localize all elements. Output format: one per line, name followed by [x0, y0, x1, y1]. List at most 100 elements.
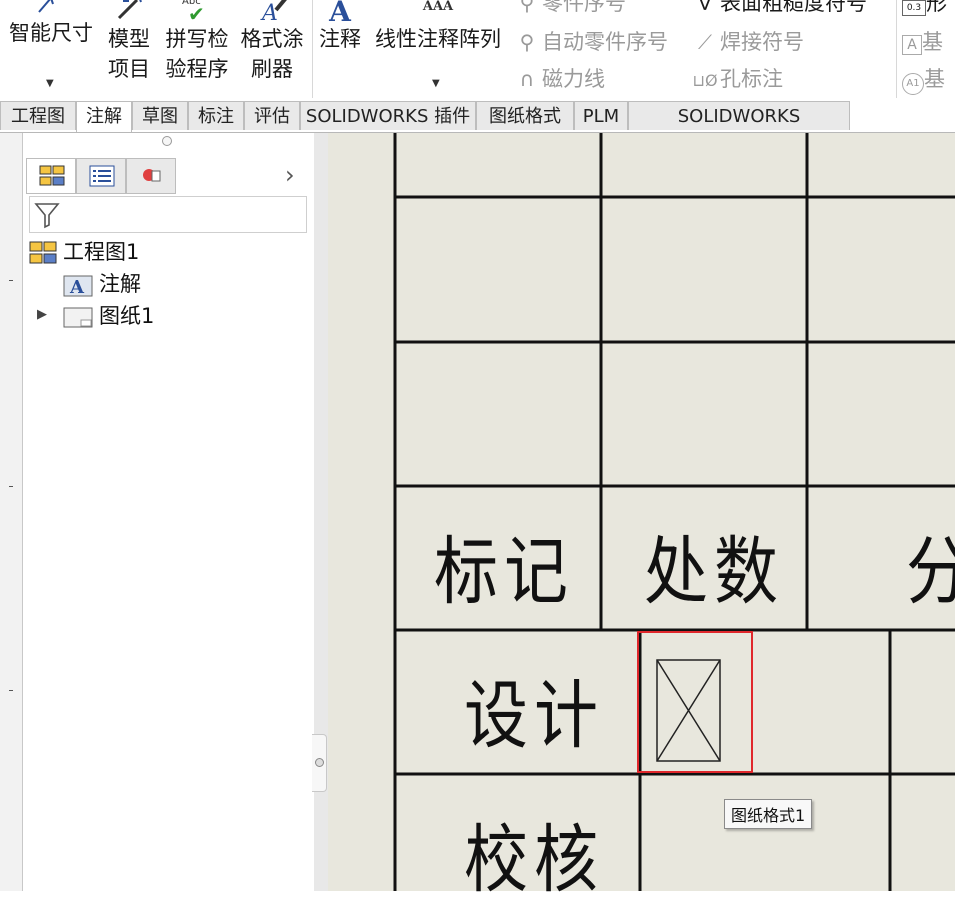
- splitter-collapse-handle[interactable]: [312, 734, 327, 792]
- model-items-label-line2: 项目: [108, 57, 150, 81]
- title-block-design-label: 设计: [464, 674, 604, 760]
- tab-label: 评估: [254, 106, 290, 127]
- tree-item-sheet[interactable]: 图纸1: [63, 302, 154, 330]
- hole-callout-label: 孔标注: [720, 67, 783, 91]
- model-items-button[interactable]: 模型 项目: [103, 0, 155, 84]
- command-manager-ribbon: 智能尺寸 ▼ 模型 项目 Abc ✔ 拼写检 验程序 A 格式涂 刷器 A 注释: [0, 0, 955, 101]
- ribbon-separator: [896, 0, 897, 98]
- note-label: 注释: [319, 27, 361, 51]
- note-icon: A: [329, 0, 351, 28]
- hole-callout-button[interactable]: ⊔Ø 孔标注: [690, 64, 783, 96]
- feature-tree-icon: [39, 165, 65, 186]
- datum-feature-label: 基: [922, 30, 943, 54]
- tab-markup[interactable]: 标注: [188, 101, 244, 130]
- panel-grip-dot[interactable]: [162, 136, 172, 146]
- selection-highlight[interactable]: [637, 631, 753, 773]
- title-block-mark-label: 标记: [434, 530, 574, 616]
- ruler-tick: [9, 486, 13, 487]
- hover-tooltip: 图纸格式1: [724, 799, 813, 829]
- svg-text:A: A: [260, 1, 278, 24]
- tree-item-label: 注解: [99, 272, 141, 296]
- weld-symbol-button[interactable]: ⟋ 焊接符号: [690, 27, 804, 57]
- format-painter-label-line2: 刷器: [251, 57, 293, 81]
- tab-solidworks-inspection[interactable]: SOLIDWORKS Inspection: [628, 101, 850, 156]
- grip-dot-icon: [315, 758, 324, 767]
- magnet-icon: ∩: [519, 67, 535, 91]
- surface-finish-icon: ∇: [698, 0, 712, 15]
- tab-label: 标注: [198, 106, 234, 127]
- property-manager-tab[interactable]: [76, 158, 126, 194]
- tab-label: 草图: [142, 106, 178, 127]
- chevron-right-icon[interactable]: ›: [285, 161, 295, 189]
- tab-sketch[interactable]: 草图: [132, 101, 188, 130]
- tab-annotation[interactable]: 注解: [76, 101, 132, 132]
- drawing-icon: [29, 241, 57, 264]
- datum-target-label: 基: [924, 67, 945, 91]
- command-manager-tabs: 工程图 注解 草图 标注 评估 SOLIDWORKS 插件 图纸格式 PLM S…: [0, 100, 955, 156]
- dimxpert-tab[interactable]: [126, 158, 176, 194]
- svg-text:A: A: [69, 277, 85, 297]
- title-block-grid: [393, 133, 955, 891]
- tab-solidworks-addins[interactable]: SOLIDWORKS 插件: [300, 101, 476, 130]
- weld-symbol-icon: ⟋: [698, 30, 712, 54]
- hole-callout-icon: ⊔Ø: [692, 71, 718, 90]
- auto-balloon-icon: ⚲: [519, 30, 535, 54]
- tree-item-label: 工程图1: [63, 240, 140, 264]
- tree-item-annotations[interactable]: A 注解: [63, 270, 141, 298]
- feature-manager-panel: › 工程图1 A 注解 ▶ 图纸1: [23, 133, 314, 891]
- ribbon-separator: [312, 0, 313, 98]
- spell-check-icon: Abc ✔: [160, 0, 234, 24]
- tab-label: PLM: [582, 106, 620, 127]
- linear-note-pattern-dropdown-icon[interactable]: ▼: [432, 78, 440, 89]
- weld-symbol-label: 焊接符号: [720, 30, 804, 54]
- geometric-tolerance-button[interactable]: 0.3 形: [902, 0, 947, 18]
- linear-note-pattern-icon: AAA: [422, 0, 454, 14]
- auto-balloon-button[interactable]: ⚲ 自动零件序号: [512, 27, 668, 57]
- tab-label: 注解: [86, 106, 122, 127]
- surface-finish-button[interactable]: ∇ 表面粗糙度符号: [690, 0, 867, 18]
- balloon-icon: ⚲: [519, 0, 535, 15]
- smart-dimension-button[interactable]: 智能尺寸: [4, 0, 98, 48]
- feature-tree-tab[interactable]: [26, 158, 76, 194]
- datum-feature-button[interactable]: A基: [902, 27, 943, 57]
- title-block-count-label: 处数: [644, 530, 784, 616]
- left-ruler-strip: [0, 133, 23, 891]
- format-painter-label-line1: 格式涂: [240, 27, 304, 51]
- datum-target-button[interactable]: A1 基: [902, 64, 945, 95]
- title-block-partition-label: 分: [906, 513, 955, 619]
- tree-item-drawing-root[interactable]: 工程图1: [29, 238, 139, 266]
- property-manager-icon: [89, 165, 115, 187]
- linear-note-pattern-button[interactable]: AAA 线性注释阵列: [368, 0, 508, 54]
- magnetic-line-button[interactable]: ∩ 磁力线: [512, 64, 605, 94]
- balloon-label: 零件序号: [542, 0, 626, 15]
- tab-label: SOLIDWORKS 插件: [305, 106, 471, 127]
- drawing-sheet-area[interactable]: [328, 133, 955, 891]
- dimxpert-icon: [143, 169, 161, 182]
- ruler-tick: [9, 690, 13, 691]
- smart-dimension-dropdown-icon[interactable]: ▼: [46, 78, 54, 89]
- feature-filter-bar[interactable]: [29, 196, 307, 233]
- spell-checker-label-line2: 验程序: [165, 57, 229, 81]
- tab-drawing[interactable]: 工程图: [0, 101, 76, 130]
- smart-dimension-icon: [38, 0, 54, 13]
- model-items-icon: [117, 0, 142, 20]
- balloon-button[interactable]: ⚲ 零件序号: [512, 0, 626, 18]
- spell-checker-button[interactable]: Abc ✔ 拼写检 验程序: [160, 0, 234, 84]
- title-block-check-label: 校核: [464, 818, 604, 904]
- sheet-icon: [63, 307, 93, 328]
- format-painter-icon: A: [260, 0, 287, 24]
- note-button[interactable]: A 注释: [314, 0, 366, 54]
- datum-target-icon: A1: [902, 73, 924, 95]
- tab-evaluate[interactable]: 评估: [244, 101, 300, 130]
- format-painter-button[interactable]: A 格式涂 刷器: [236, 0, 308, 84]
- datum-feature-icon: A: [902, 35, 922, 55]
- annotations-folder-icon: A: [63, 275, 93, 297]
- tab-sheet-format[interactable]: 图纸格式: [476, 101, 574, 130]
- expand-arrow-icon[interactable]: ▶: [37, 307, 47, 322]
- tree-item-label: 图纸1: [99, 304, 155, 328]
- tab-plm[interactable]: PLM: [574, 101, 628, 130]
- geometric-tolerance-label: 形: [926, 0, 947, 15]
- model-items-label-line1: 模型: [108, 27, 150, 51]
- auto-balloon-label: 自动零件序号: [542, 30, 668, 54]
- linear-note-pattern-label: 线性注释阵列: [375, 27, 501, 51]
